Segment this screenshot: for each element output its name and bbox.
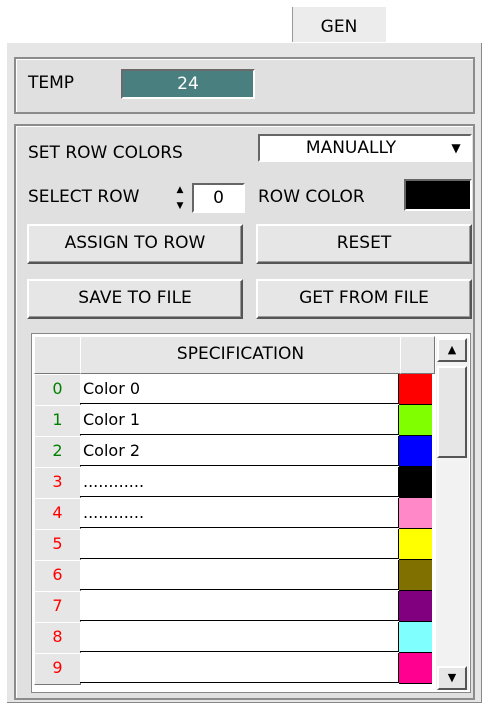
- row-color-cell[interactable]: [399, 374, 432, 405]
- row-index[interactable]: 3: [34, 467, 81, 499]
- row-index[interactable]: 5: [34, 529, 81, 561]
- reset-button[interactable]: RESET: [256, 224, 472, 264]
- table-row[interactable]: 4............: [32, 498, 432, 530]
- tab-gen[interactable]: GEN: [291, 6, 387, 46]
- row-index[interactable]: 8: [34, 622, 81, 654]
- row-color-cell[interactable]: [399, 529, 432, 560]
- row-specification-cell[interactable]: Color 0: [80, 374, 399, 404]
- table-row[interactable]: 8: [32, 622, 432, 654]
- table-row[interactable]: 0 Color 0: [32, 374, 432, 406]
- spinner-down-icon[interactable]: ▼: [172, 200, 188, 212]
- vertical-scrollbar[interactable]: ▲ ▼: [436, 338, 469, 690]
- row-index[interactable]: 4: [34, 498, 81, 530]
- row-color-cell[interactable]: [399, 560, 432, 591]
- row-color-cell[interactable]: [399, 653, 432, 684]
- select-row-input[interactable]: 0: [192, 183, 245, 213]
- row-index[interactable]: 2: [34, 436, 81, 468]
- table-row[interactable]: 1 Color 1: [32, 405, 432, 437]
- set-row-colors-label: SET ROW COLORS: [28, 143, 183, 163]
- row-color-cell[interactable]: [399, 405, 432, 436]
- row-color-cell[interactable]: [399, 498, 432, 529]
- row-index[interactable]: 0: [34, 374, 81, 406]
- table-row[interactable]: 7: [32, 591, 432, 623]
- table-row[interactable]: 5: [32, 529, 432, 561]
- row-index[interactable]: 1: [34, 405, 81, 437]
- table-row[interactable]: 9: [32, 653, 432, 685]
- color-column-header[interactable]: [400, 336, 435, 374]
- row-specification-cell[interactable]: [80, 560, 399, 590]
- row-color-cell[interactable]: [399, 591, 432, 622]
- row-colors-mode-select[interactable]: MANUALLY ▼: [258, 134, 472, 162]
- row-color-label: ROW COLOR: [258, 187, 365, 207]
- row-index[interactable]: 9: [34, 653, 81, 685]
- triangle-down-icon[interactable]: ▼: [437, 666, 467, 690]
- table-corner-header: [34, 336, 81, 374]
- row-color-cell[interactable]: [399, 467, 432, 498]
- row-color-cell[interactable]: [399, 622, 432, 653]
- row-colors-mode-value: MANUALLY: [305, 138, 397, 158]
- row-specification-cell[interactable]: [80, 529, 399, 559]
- row-specification-cell[interactable]: [80, 622, 399, 652]
- row-index[interactable]: 7: [34, 591, 81, 623]
- assign-to-row-button[interactable]: ASSIGN TO ROW: [27, 224, 243, 264]
- row-specification-cell[interactable]: Color 1: [80, 405, 399, 435]
- temp-value-field: 24: [121, 69, 255, 99]
- row-specification-cell[interactable]: Color 2: [80, 436, 399, 466]
- up-down-spinner-icon[interactable]: ▲ ▼: [172, 184, 188, 212]
- select-row-label: SELECT ROW: [28, 187, 140, 207]
- scrollbar-thumb[interactable]: [437, 366, 467, 458]
- row-index[interactable]: 6: [34, 560, 81, 592]
- table-row[interactable]: 3............: [32, 467, 432, 499]
- table-row[interactable]: 2 Color 2: [32, 436, 432, 468]
- triangle-down-icon[interactable]: ▼: [444, 138, 468, 158]
- save-to-file-button[interactable]: SAVE TO FILE: [27, 279, 243, 319]
- row-color-cell[interactable]: [399, 436, 432, 467]
- row-specification-cell[interactable]: [80, 591, 399, 621]
- get-from-file-button[interactable]: GET FROM FILE: [256, 279, 472, 319]
- spinner-up-icon[interactable]: ▲: [172, 184, 188, 196]
- row-specification-cell[interactable]: ............: [80, 467, 399, 497]
- temp-label: TEMP: [28, 73, 75, 93]
- row-specification-cell[interactable]: ............: [80, 498, 399, 528]
- specification-column-header[interactable]: SPECIFICATION: [80, 336, 401, 374]
- table-row[interactable]: 6: [32, 560, 432, 592]
- specification-table: SPECIFICATION 0 Color 0 1 Color 1 2 Color 23.…: [31, 333, 471, 693]
- triangle-up-icon[interactable]: ▲: [437, 338, 467, 362]
- row-color-swatch[interactable]: [404, 179, 472, 211]
- row-specification-cell[interactable]: [80, 653, 399, 683]
